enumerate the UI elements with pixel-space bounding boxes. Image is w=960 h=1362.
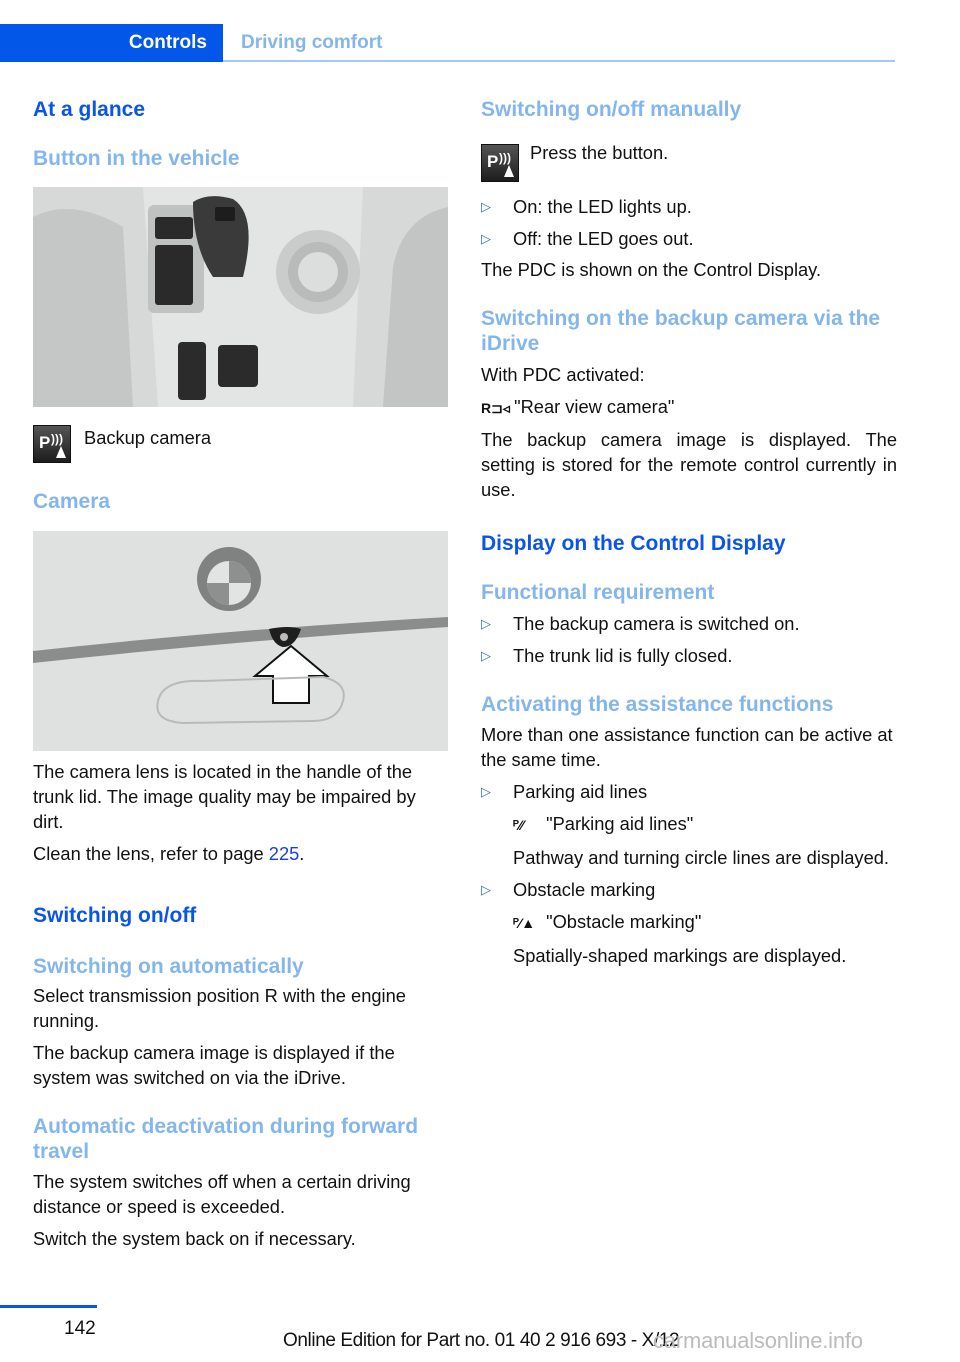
heading-camera: Camera <box>33 490 111 513</box>
list-item: ▷ Parking aid lines ᴾ⁄⁄ "Parking aid lin… <box>481 779 897 870</box>
bullet-triangle-icon: ▷ <box>481 882 491 897</box>
assist-text: More than one assistance function can be… <box>481 724 893 770</box>
list-item: ▷ On: the LED lights up. <box>481 196 692 217</box>
clean-lens-text: Clean the lens, refer to page 225. <box>33 841 449 866</box>
heading-assistance-functions: Activating the assistance functions <box>481 693 834 716</box>
list-item: ▷ Obstacle marking ᴾ⁄▲ "Obstacle marking… <box>481 877 897 968</box>
page-number: 142 <box>64 1318 96 1339</box>
heading-button-in-vehicle: Button in the vehicle <box>33 147 240 170</box>
assist-item-menu: ᴾ⁄⁄ "Parking aid lines" <box>513 811 889 838</box>
clean-lens-text-post: . <box>299 843 305 864</box>
footer-divider <box>0 1305 97 1308</box>
assist-list: ▷ Parking aid lines ᴾ⁄⁄ "Parking aid lin… <box>481 779 897 968</box>
bullet-triangle-icon: ▷ <box>481 231 491 246</box>
right-column: Switching on/off manually P))) Press the… <box>481 96 897 968</box>
auto-text-1: Select transmission position R with the … <box>33 985 406 1031</box>
pdc-shown-text: The PDC is shown on the Control Display. <box>481 259 822 280</box>
idrive-description: The backup camera image is displayed. Th… <box>481 429 897 500</box>
watermark: carmanualsonline.info <box>653 1328 863 1353</box>
bullet-triangle-icon: ▷ <box>481 199 491 214</box>
assist-item-title: Obstacle marking <box>513 879 656 900</box>
edition-text: Online Edition for Part no. 01 40 2 916 … <box>283 1330 680 1351</box>
deact-text-1: The system switches off when a certain d… <box>33 1171 411 1217</box>
assist-item-title: Parking aid lines <box>513 781 648 802</box>
obstacle-marking-icon: ᴾ⁄▲ <box>513 915 536 931</box>
press-button-text: Press the button. <box>530 142 669 163</box>
center-console-image <box>33 187 448 407</box>
heading-automatic-deactivation: Automatic deactivation during forward tr… <box>33 1115 419 1163</box>
backup-camera-caption: Backup camera <box>84 427 212 448</box>
heading-switching-on-off: Switching on/off <box>33 904 197 927</box>
page-link-225[interactable]: 225 <box>269 843 300 864</box>
heading-at-a-glance: At a glance <box>33 98 146 121</box>
backup-camera-legend: P))) Backup camera <box>33 425 449 463</box>
heading-display: Display on the Control Display <box>481 532 786 555</box>
assist-item-desc: Pathway and turning circle lines are dis… <box>513 847 889 868</box>
manual-bullet-list: ▷ On: the LED lights up. ▷ Off: the LED … <box>481 194 897 251</box>
list-item: ▷ The backup camera is switched on. <box>481 613 800 634</box>
rear-view-menu-label: "Rear view camera" <box>514 396 675 417</box>
list-item: ▷ The trunk lid is fully closed. <box>481 645 733 666</box>
with-pdc-text: With PDC activated: <box>481 364 645 385</box>
parking-aid-lines-icon: ᴾ⁄⁄ <box>513 817 524 833</box>
left-column: At a glance Button in the vehicle P))) B… <box>33 96 449 1251</box>
trunk-camera-image <box>33 531 448 751</box>
pdc-button-icon: P))) <box>33 425 71 463</box>
bullet-triangle-icon: ▷ <box>481 784 491 799</box>
pdc-button-icon: P))) <box>481 144 519 182</box>
rear-view-camera-icon: R⊐◃ <box>481 400 510 416</box>
deact-text-2: Switch the system back on if necessary. <box>33 1228 356 1249</box>
list-item: ▷ Off: the LED goes out. <box>481 228 694 249</box>
functional-bullet-list: ▷ The backup camera is switched on. ▷ Th… <box>481 611 897 668</box>
heading-idrive: Switching on the backup camera via the i… <box>481 307 881 355</box>
heading-switching-on-automatically: Switching on automatically <box>33 955 304 978</box>
section-tab-driving-comfort: Driving comfort <box>241 32 383 53</box>
page-header: Controls Driving comfort <box>0 24 895 62</box>
heading-switching-manually: Switching on/off manually <box>481 98 742 121</box>
bullet-triangle-icon: ▷ <box>481 648 491 663</box>
heading-functional-requirement: Functional requirement <box>481 581 715 604</box>
auto-text-2: The backup camera image is displayed if … <box>33 1042 395 1088</box>
clean-lens-text-pre: Clean the lens, refer to page <box>33 843 269 864</box>
assist-item-desc: Spatially-shaped markings are displayed. <box>513 945 847 966</box>
press-button-line: P))) Press the button. <box>481 142 897 182</box>
section-tab-controls: Controls <box>0 24 223 62</box>
rear-view-menu-line: R⊐◃ "Rear view camera" <box>481 394 897 421</box>
assist-item-menu: ᴾ⁄▲ "Obstacle marking" <box>513 909 846 936</box>
header-divider <box>223 60 895 62</box>
bullet-triangle-icon: ▷ <box>481 616 491 631</box>
camera-description: The camera lens is located in the handle… <box>33 761 416 832</box>
